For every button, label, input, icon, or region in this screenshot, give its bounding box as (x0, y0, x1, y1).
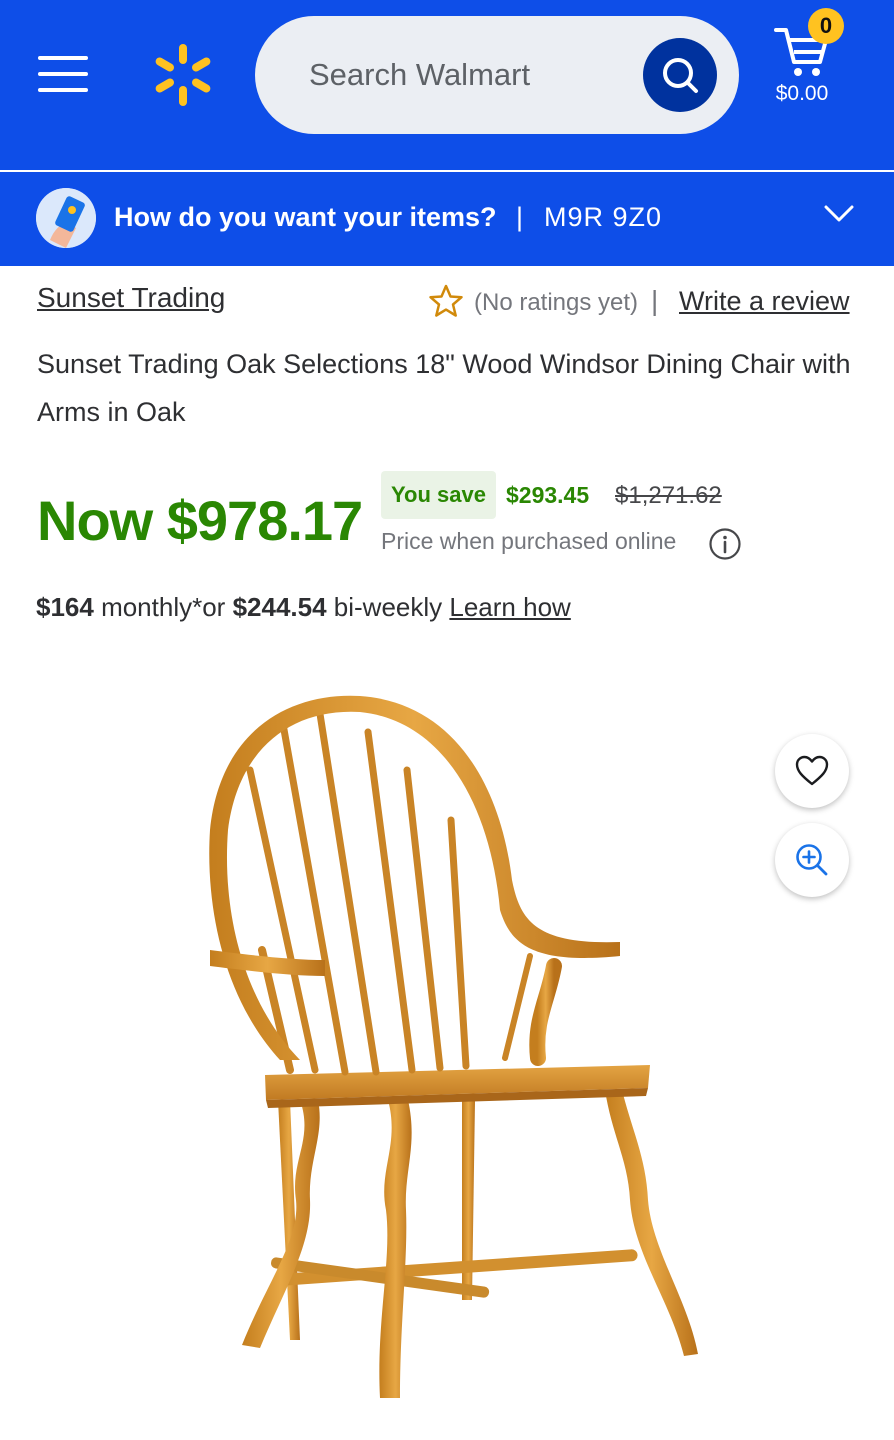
star-icon (429, 284, 463, 317)
price-note: Price when purchased online (381, 528, 677, 554)
search-bar (255, 16, 739, 134)
cart-total: $0.00 (775, 82, 829, 105)
search-icon (663, 58, 698, 93)
heart-icon (795, 755, 829, 786)
product-title: Sunset Trading Oak Selections 18" Wood W… (37, 349, 851, 427)
biweekly-amount: $244.54 (232, 592, 327, 622)
no-ratings-text: (No ratings yet) (474, 289, 639, 316)
search-input[interactable] (309, 50, 629, 100)
search-button[interactable] (643, 38, 717, 112)
product-image[interactable] (150, 680, 750, 1420)
postal-code: M9R 9Z0 (544, 202, 663, 232)
you-save-badge: You save (381, 471, 496, 519)
info-icon[interactable] (708, 527, 742, 561)
delivery-question: How do you want your items? (114, 202, 497, 232)
cart-count-badge: 0 (808, 8, 844, 44)
zoom-button[interactable] (775, 823, 849, 897)
monthly-label: monthly*or (93, 592, 233, 622)
walmart-spark-logo[interactable] (150, 42, 216, 108)
delivery-separator: | (516, 202, 524, 232)
learn-how-link[interactable]: Learn how (449, 592, 570, 622)
monthly-amount: $164 (36, 592, 94, 622)
hamburger-menu-icon[interactable] (38, 54, 90, 94)
biweekly-label: bi-weekly (326, 592, 450, 622)
rating-separator: | (651, 285, 659, 316)
brand-link[interactable]: Sunset Trading (37, 282, 225, 314)
financing-info: $164 monthly*or $244.54 bi-weekly Learn … (36, 592, 571, 623)
write-review-link[interactable]: Write a review (679, 286, 850, 317)
current-price: Now $978.17 (37, 489, 363, 552)
zoom-in-icon (796, 844, 828, 876)
chevron-down-icon (824, 205, 854, 222)
savings-amount: $293.45 (506, 482, 590, 508)
delivery-phone-icon (36, 188, 96, 248)
delivery-selector[interactable]: How do you want your items? | M9R 9Z0 (0, 172, 894, 266)
was-price: $1,271.62 (615, 482, 722, 509)
cart-button[interactable]: 0 $0.00 (768, 8, 858, 118)
favorite-button[interactable] (775, 734, 849, 808)
top-header: 0 $0.00 (0, 0, 894, 170)
